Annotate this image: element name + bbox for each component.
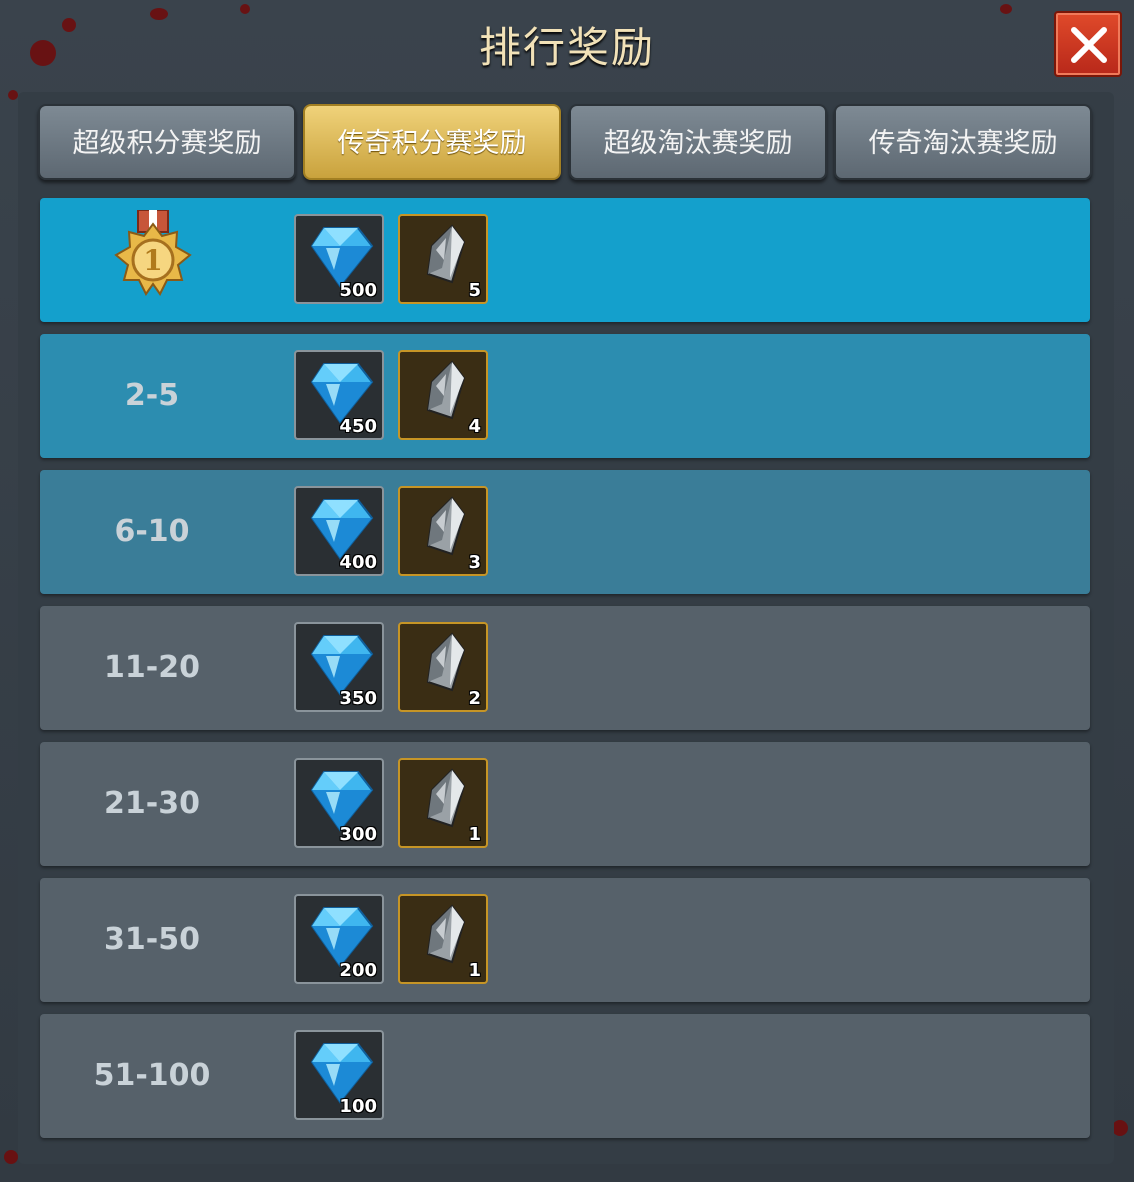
reward-item-diamond[interactable]: 200 bbox=[294, 894, 384, 984]
close-button[interactable] bbox=[1054, 11, 1122, 77]
reward-row: 31-50 200 1 bbox=[40, 878, 1090, 1002]
reward-quantity: 3 bbox=[468, 552, 481, 573]
reward-quantity: 200 bbox=[339, 960, 377, 981]
close-icon bbox=[1071, 27, 1107, 63]
tab-super-points-rewards[interactable]: 超级积分赛奖励 bbox=[38, 104, 296, 180]
gold-medal-icon: 1 bbox=[114, 209, 192, 296]
ranking-rewards-dialog: 排行奖励 超级积分赛奖励 传奇积分赛奖励 超级淘汰赛奖励 传奇淘汰赛奖励 1 50… bbox=[0, 0, 1134, 1182]
reward-quantity: 450 bbox=[339, 416, 377, 437]
reward-row: 11-20 350 2 bbox=[40, 606, 1090, 730]
rank-label: 31-50 bbox=[104, 922, 200, 957]
reward-quantity: 2 bbox=[468, 688, 481, 709]
reward-item-crystal[interactable]: 1 bbox=[398, 758, 488, 848]
tab-legend-knockout-rewards[interactable]: 传奇淘汰赛奖励 bbox=[834, 104, 1092, 180]
reward-row: 2-5 450 4 bbox=[40, 334, 1090, 458]
blood-splatter bbox=[4, 1150, 18, 1164]
blood-splatter bbox=[240, 4, 250, 14]
reward-item-crystal[interactable]: 3 bbox=[398, 486, 488, 576]
blood-splatter bbox=[1112, 1120, 1128, 1136]
reward-item-crystal[interactable]: 1 bbox=[398, 894, 488, 984]
reward-row: 21-30 300 1 bbox=[40, 742, 1090, 866]
blood-splatter bbox=[1000, 4, 1012, 14]
reward-quantity: 350 bbox=[339, 688, 377, 709]
reward-item-diamond[interactable]: 300 bbox=[294, 758, 384, 848]
rank-label: 11-20 bbox=[104, 650, 200, 685]
rank-label: 21-30 bbox=[104, 786, 200, 821]
reward-quantity: 300 bbox=[339, 824, 377, 845]
tab-legend-points-rewards[interactable]: 传奇积分赛奖励 bbox=[303, 104, 561, 180]
reward-item-diamond[interactable]: 450 bbox=[294, 350, 384, 440]
reward-quantity: 4 bbox=[468, 416, 481, 437]
rank-label: 2-5 bbox=[124, 378, 180, 413]
reward-item-crystal[interactable]: 5 bbox=[398, 214, 488, 304]
reward-item-diamond[interactable]: 500 bbox=[294, 214, 384, 304]
reward-item-diamond[interactable]: 350 bbox=[294, 622, 384, 712]
reward-quantity: 500 bbox=[339, 280, 377, 301]
reward-quantity: 1 bbox=[468, 960, 481, 981]
reward-quantity: 100 bbox=[339, 1096, 377, 1117]
reward-item-crystal[interactable]: 2 bbox=[398, 622, 488, 712]
reward-row: 6-10 400 3 bbox=[40, 470, 1090, 594]
reward-quantity: 400 bbox=[339, 552, 377, 573]
rank-medal: 1 bbox=[108, 209, 198, 314]
tab-super-knockout-rewards[interactable]: 超级淘汰赛奖励 bbox=[569, 104, 827, 180]
reward-item-crystal[interactable]: 4 bbox=[398, 350, 488, 440]
reward-row: 51-100 100 bbox=[40, 1014, 1090, 1138]
rank-label: 6-10 bbox=[114, 514, 190, 549]
svg-text:1: 1 bbox=[143, 244, 162, 277]
reward-item-diamond[interactable]: 400 bbox=[294, 486, 384, 576]
reward-quantity: 5 bbox=[468, 280, 481, 301]
blood-splatter bbox=[8, 90, 18, 100]
reward-item-diamond[interactable]: 100 bbox=[294, 1030, 384, 1120]
rank-label: 51-100 bbox=[93, 1058, 211, 1093]
reward-quantity: 1 bbox=[468, 824, 481, 845]
dialog-title: 排行奖励 bbox=[478, 23, 655, 72]
reward-row: 1 500 5 bbox=[40, 198, 1090, 322]
